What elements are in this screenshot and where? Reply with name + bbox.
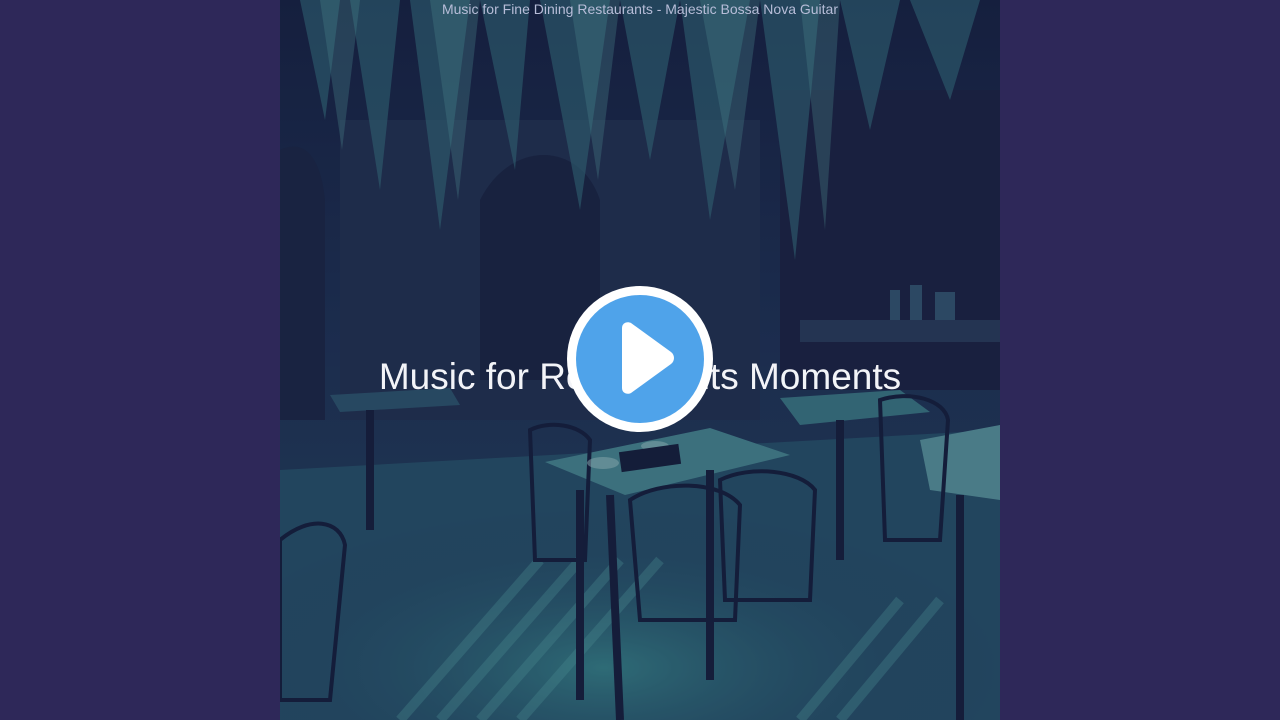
play-icon bbox=[622, 322, 674, 394]
video-title[interactable]: Music for Fine Dining Restaurants - Maje… bbox=[0, 0, 1280, 18]
play-button[interactable] bbox=[567, 286, 713, 432]
video-stage[interactable]: Music for Fine Dining Restaurants - Maje… bbox=[0, 0, 1280, 720]
